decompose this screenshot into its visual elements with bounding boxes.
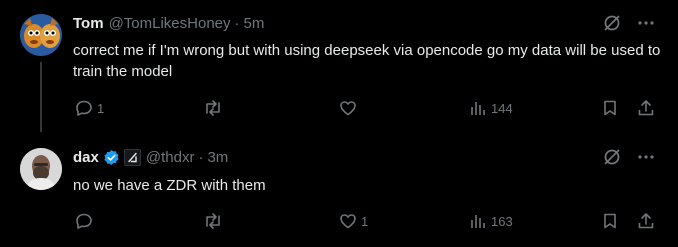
more-icon[interactable] [636,13,656,38]
share-button[interactable] [637,96,655,120]
views-button[interactable]: 163 [469,209,513,233]
tweet-header: Tom @TomLikesHoney · 5m [73,13,264,33]
avatar-image [20,14,62,56]
user-handle[interactable]: @TomLikesHoney [109,15,231,32]
reply-count: 1 [97,100,105,116]
reply-icon [75,212,93,230]
tweet-2[interactable]: dax @thdxr · 3m no we have a ZDR with th… [0,135,678,247]
tweet-actions: 1 163 [73,209,663,233]
like-button[interactable]: 1 [339,209,368,233]
tweet-text: correct me if I'm wrong but with using d… [73,42,661,80]
like-count: 1 [361,213,369,229]
grok-icon[interactable] [602,147,622,172]
reply-icon [75,99,93,117]
display-name[interactable]: Tom [73,15,104,32]
tweet-actions: 1 144 [73,96,663,120]
avatar-tom[interactable] [20,14,62,56]
more-icon[interactable] [636,147,656,172]
views-icon [469,212,487,230]
like-icon [339,212,357,230]
views-icon [469,99,487,117]
avatar-image [20,148,62,190]
bookmark-button[interactable] [601,96,619,120]
share-icon [637,212,655,230]
retweet-icon [203,99,223,117]
thread-connector-line [40,62,42,132]
affiliation-badge-icon[interactable] [123,148,141,166]
avatar-dax[interactable] [20,148,62,190]
retweet-button[interactable] [203,209,227,233]
separator-dot: · [198,148,204,166]
share-icon [637,99,655,117]
bookmark-icon [601,99,619,117]
tweet-top-actions [602,147,656,172]
display-name[interactable]: dax [73,149,99,166]
bookmark-icon [601,212,619,230]
user-handle[interactable]: @thdxr [146,149,195,166]
like-icon [339,99,357,117]
tweet-top-actions [602,13,656,38]
reply-button[interactable] [75,209,97,233]
tweet-header: dax @thdxr · 3m [73,147,228,167]
share-button[interactable] [637,209,655,233]
tweet-text: no we have a ZDR with them [73,177,266,194]
like-button[interactable] [339,96,361,120]
timestamp[interactable]: 3m [207,149,228,166]
timestamp[interactable]: 5m [244,15,265,32]
tweet-1[interactable]: Tom @TomLikesHoney · 5m correct me if I'… [0,0,678,135]
separator-dot: · [234,14,240,32]
view-count: 163 [491,213,513,229]
reply-button[interactable]: 1 [75,96,104,120]
retweet-button[interactable] [203,96,227,120]
bookmark-button[interactable] [601,209,619,233]
view-count: 144 [491,100,513,116]
grok-icon[interactable] [602,13,622,38]
retweet-icon [203,212,223,230]
views-button[interactable]: 144 [469,96,513,120]
verified-badge-icon [103,149,120,166]
